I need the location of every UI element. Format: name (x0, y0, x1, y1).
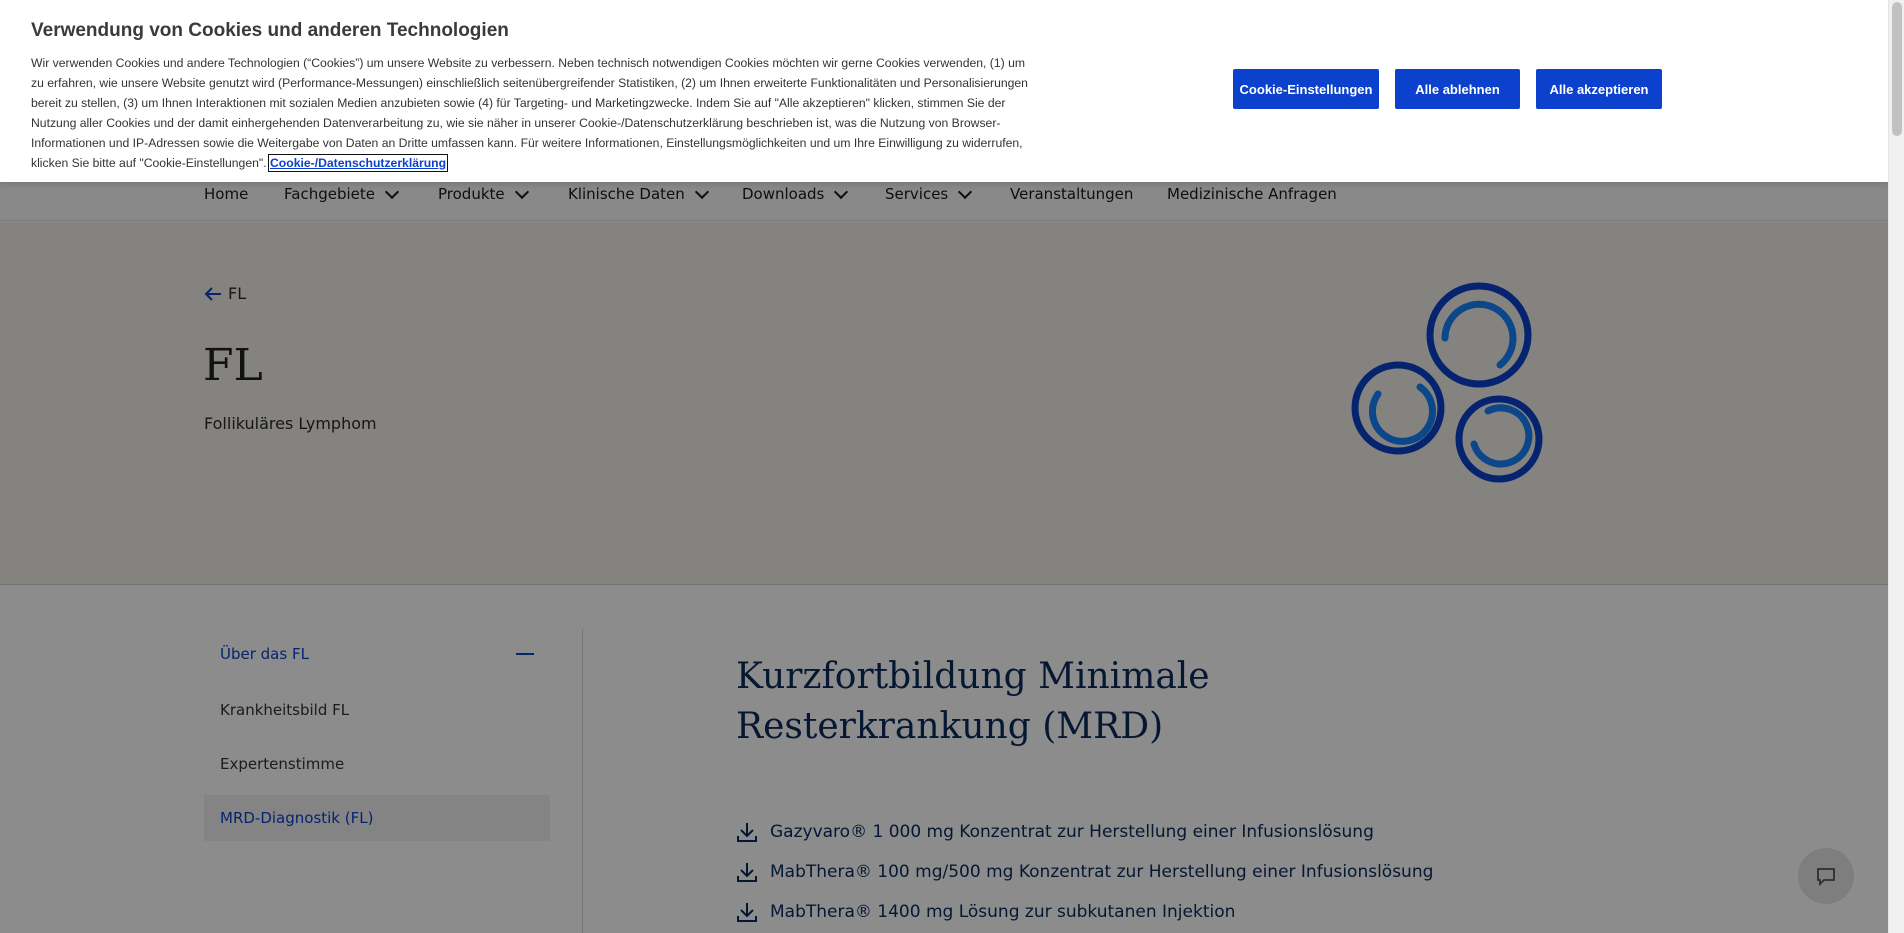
privacy-policy-link[interactable]: Cookie-/Datenschutzerklärung (267, 154, 449, 172)
scrollbar-thumb[interactable] (1892, 2, 1902, 136)
reject-all-button[interactable]: Alle ablehnen (1395, 69, 1520, 109)
cookie-banner-body: Wir verwenden Cookies und andere Technol… (31, 56, 1028, 170)
cookie-banner: Verwendung von Cookies und anderen Techn… (0, 0, 1888, 182)
scrollbar[interactable] (1888, 0, 1904, 933)
cookie-settings-button[interactable]: Cookie-Einstellungen (1233, 69, 1379, 109)
cookie-banner-text: Wir verwenden Cookies und andere Technol… (31, 53, 1041, 173)
cookie-banner-title: Verwendung von Cookies und anderen Techn… (31, 20, 509, 41)
accept-all-button[interactable]: Alle akzeptieren (1536, 69, 1662, 109)
